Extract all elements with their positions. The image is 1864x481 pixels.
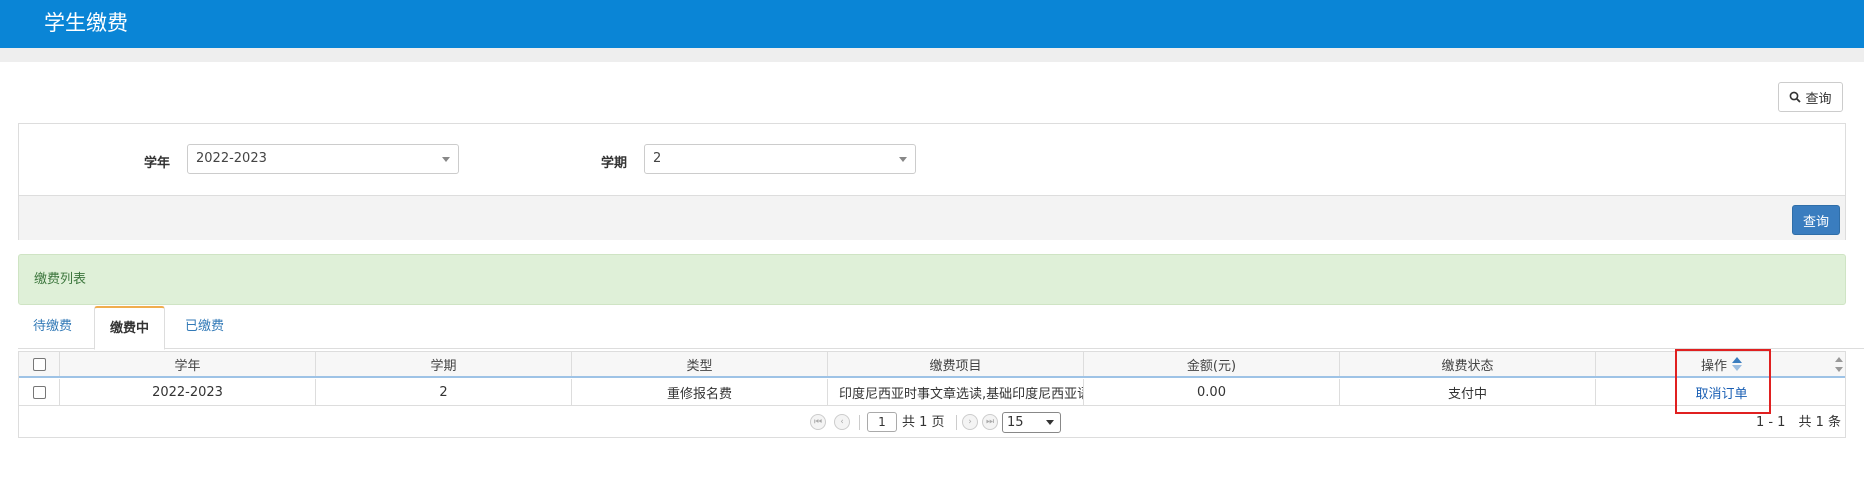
year-select[interactable]: 2022-2023 (187, 144, 459, 174)
first-page-icon[interactable]: ⏮ (810, 414, 826, 430)
cell-amount: 0.00 (1084, 379, 1340, 405)
row-select-cell (19, 379, 60, 405)
pager-divider (956, 415, 957, 430)
cell-type: 重修报名费 (572, 379, 828, 405)
status-tabs: 待缴费 缴费中 已缴费 (18, 306, 1864, 350)
scrollbar[interactable] (1833, 352, 1845, 378)
col-item[interactable]: 缴费项目 (828, 352, 1084, 376)
col-amount[interactable]: 金额(元) (1084, 352, 1340, 376)
scroll-down-icon (1835, 367, 1843, 372)
row-checkbox[interactable] (32, 385, 46, 399)
term-select-value: 2 (653, 151, 662, 166)
filter-row: 学年 2022-2023 学期 2 (19, 124, 1845, 195)
page-number-input[interactable]: 1 (867, 412, 897, 432)
col-year[interactable]: 学年 (60, 352, 316, 376)
query-button-top[interactable]: 查询 (1778, 82, 1843, 112)
header-divider (0, 48, 1864, 62)
table-row: 2022-2023 2 重修报名费 印度尼西亚时事文章选读,基础印度尼西亚语 0… (19, 379, 1845, 406)
page-size-select[interactable]: 15 (1002, 412, 1061, 433)
tab-in-progress[interactable]: 缴费中 (94, 306, 166, 350)
cell-term: 2 (316, 379, 572, 405)
search-icon (1790, 91, 1802, 103)
cell-status: 支付中 (1340, 379, 1596, 405)
col-type[interactable]: 类型 (572, 352, 828, 376)
pagination: ⏮ ‹ 1 共 1 页 › ⏭ 15 1 - 1 共 1 条 (19, 407, 1845, 438)
chevron-down-icon (442, 157, 450, 162)
col-status[interactable]: 缴费状态 (1340, 352, 1596, 376)
pager-divider (859, 415, 860, 430)
total-pages-text: 共 1 页 (902, 415, 945, 430)
chevron-down-icon (1046, 420, 1054, 425)
term-select[interactable]: 2 (644, 144, 916, 174)
query-button-top-label: 查询 (1805, 91, 1832, 107)
tab-pending[interactable]: 待缴费 (18, 306, 87, 349)
filter-panel: 学年 2022-2023 学期 2 查询 (18, 123, 1846, 240)
col-term[interactable]: 学期 (316, 352, 572, 376)
cell-item: 印度尼西亚时事文章选读,基础印度尼西亚语 (828, 379, 1084, 405)
filter-footer: 查询 (19, 195, 1845, 240)
payment-table: 学年 学期 类型 缴费项目 金额(元) 缴费状态 操作 2022-2023 2 … (18, 351, 1846, 438)
page-title: 学生缴费 (44, 11, 128, 35)
next-page-icon[interactable]: › (962, 414, 978, 430)
table-header: 学年 学期 类型 缴费项目 金额(元) 缴费状态 操作 (19, 352, 1845, 378)
term-label: 学期 (601, 156, 628, 171)
page-size-value: 15 (1007, 415, 1024, 430)
prev-page-icon[interactable]: ‹ (834, 414, 850, 430)
chevron-down-icon (899, 157, 907, 162)
list-title: 缴费列表 (18, 254, 1846, 305)
query-submit-button[interactable]: 查询 (1792, 205, 1840, 235)
top-bar: 学生缴费 (0, 0, 1864, 48)
cell-year: 2022-2023 (60, 379, 316, 405)
select-all-cell (19, 352, 60, 376)
year-select-value: 2022-2023 (196, 151, 267, 166)
year-label: 学年 (144, 156, 171, 171)
highlight-annotation (1675, 349, 1771, 414)
scroll-up-icon (1835, 357, 1843, 362)
last-page-icon[interactable]: ⏭ (982, 414, 998, 430)
select-all-checkbox[interactable] (32, 357, 46, 371)
tab-paid[interactable]: 已缴费 (170, 306, 239, 349)
